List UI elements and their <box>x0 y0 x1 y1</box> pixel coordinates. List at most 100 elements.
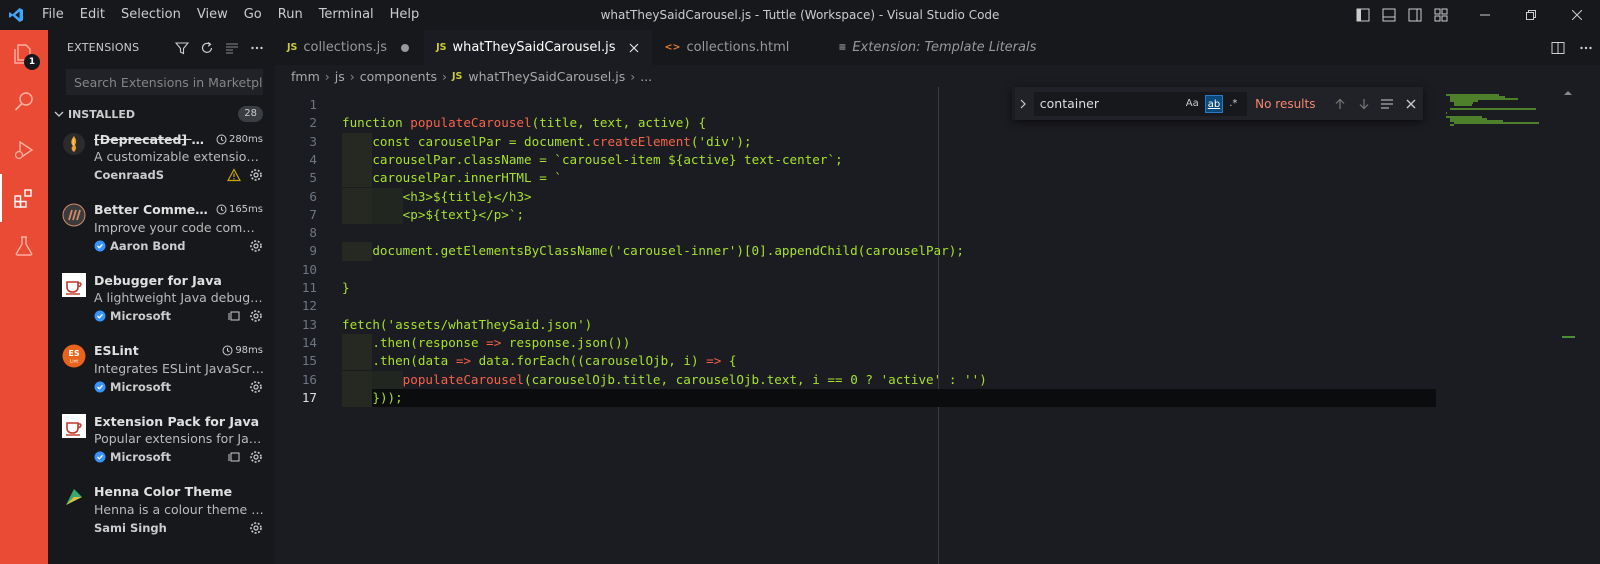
code-line[interactable]: 9 document.getElementsByClassName('carou… <box>275 242 1436 261</box>
close-window-icon[interactable] <box>1554 0 1600 30</box>
toggle-primary-sidebar-icon[interactable] <box>1350 0 1376 30</box>
use-regex-toggle[interactable]: .* <box>1227 95 1239 113</box>
match-case-toggle[interactable]: Aa <box>1184 95 1201 113</box>
code-text: })); <box>372 389 403 405</box>
breadcrumb-item[interactable]: js <box>335 69 345 84</box>
tab-label: Extension: Template Literals <box>852 40 1037 55</box>
code-line[interactable]: 6 <h3>${title}</h3> <box>275 187 1436 206</box>
code-line[interactable]: 4 carouselPar.className = `carousel-item… <box>275 150 1436 170</box>
code-line[interactable]: 12 <box>275 297 1436 315</box>
chevron-right-icon: › <box>349 68 355 84</box>
scroll-highlight-mark <box>1562 336 1575 338</box>
find-result-count: No results <box>1255 96 1316 111</box>
tab-collections-js[interactable]: JS collections.js <box>275 30 425 65</box>
previous-match-arrow-up-icon[interactable] <box>1328 92 1352 116</box>
scroll-up-arrow-icon[interactable] <box>1562 88 1574 98</box>
extensions-search-input[interactable] <box>74 74 262 90</box>
menu-view[interactable]: View <box>189 0 236 30</box>
manage-gear-icon[interactable] <box>249 168 263 182</box>
extension-name: Henna Color Theme <box>94 484 233 499</box>
clock-icon <box>216 204 227 215</box>
breadcrumb-item[interactable]: ... <box>640 69 652 84</box>
toggle-panel-icon[interactable] <box>1376 0 1402 30</box>
manage-gear-icon[interactable] <box>249 239 263 253</box>
editor-more-actions-icon[interactable] <box>1572 30 1600 65</box>
installed-section-header[interactable]: INSTALLED 28 <box>48 103 275 125</box>
code-line[interactable]: 8 <box>275 224 1436 242</box>
code-line[interactable]: 17 })); <box>275 388 1436 408</box>
manage-gear-icon[interactable] <box>249 380 263 394</box>
tab-whattheysaidcarousel-js[interactable]: JS whatTheySaidCarousel.js <box>424 30 653 65</box>
manage-gear-icon[interactable] <box>249 309 263 323</box>
tab-collections-html[interactable]: <> collections.html <box>652 30 827 65</box>
toggle-replace-chevron-icon[interactable] <box>1012 87 1032 120</box>
extension-item-eslint[interactable]: ES Lint ESLint 98ms Integrates ESLint Jav… <box>48 337 275 408</box>
code-editor[interactable]: 1 2 function populateCarousel(title, text,… <box>275 87 1436 564</box>
menu-run[interactable]: Run <box>270 0 311 30</box>
breadcrumb-item[interactable]: whatTheySaidCarousel.js <box>468 69 625 84</box>
clear-icon[interactable] <box>219 37 244 59</box>
menu-file[interactable]: File <box>34 0 72 30</box>
refresh-icon[interactable] <box>194 37 219 59</box>
code-line[interactable]: 16 populateCarousel(carouselOjb.title, c… <box>275 370 1436 389</box>
close-tab-icon[interactable] <box>626 40 642 56</box>
filter-icon[interactable] <box>169 37 194 59</box>
menu-edit[interactable]: Edit <box>72 0 113 30</box>
js-file-icon: JS <box>436 42 447 53</box>
toggle-secondary-sidebar-icon[interactable] <box>1402 0 1428 30</box>
close-find-icon[interactable] <box>1399 92 1423 116</box>
extension-name: Better Comments <box>94 202 212 217</box>
customize-layout-icon[interactable] <box>1428 0 1454 30</box>
vertical-scrollbar[interactable] <box>1561 87 1575 564</box>
code-line[interactable]: 13 fetch('assets/whatTheySaid.json') <box>275 316 1436 334</box>
code-line[interactable]: 14 .then(response => response.json()) <box>275 333 1436 353</box>
minimap[interactable] <box>1436 87 1556 564</box>
code-line[interactable]: 11} <box>275 279 1436 297</box>
extension-item-better-comments[interactable]: Better Comments 165ms Improve your code … <box>48 196 275 267</box>
match-whole-word-toggle[interactable]: ab <box>1204 94 1224 113</box>
js-file-icon: JS <box>452 70 463 82</box>
extension-item-henna-color-theme[interactable]: Henna Color Theme Henna is a colour them… <box>48 478 275 549</box>
sync-ignored-icon[interactable] <box>227 309 241 323</box>
search-button[interactable] <box>0 78 48 126</box>
menu-go[interactable]: Go <box>236 0 270 30</box>
tab-extension-template-literals[interactable]: ≡ Extension: Template Literals <box>826 30 1074 65</box>
find-input[interactable] <box>1039 96 1180 111</box>
activation-time: 98ms <box>222 345 263 356</box>
extension-description: Popular extensions for Java development <box>94 431 275 446</box>
sync-ignored-icon[interactable] <box>227 450 241 464</box>
extension-item-debugger-for-java[interactable]: Debugger for Java A lightweight Java deb… <box>48 266 275 337</box>
extension-item-bracket-pair-colorizer[interactable]: [Deprecated] Bracket Pair Colorizer 280m… <box>48 125 275 196</box>
menu-terminal[interactable]: Terminal <box>311 0 382 30</box>
testing-button[interactable] <box>0 222 48 270</box>
minimize-icon[interactable] <box>1462 0 1508 30</box>
svg-text:ES: ES <box>68 349 79 358</box>
code-line[interactable]: 7 <p>${text}</p>`; <box>275 205 1436 225</box>
breadcrumb-item[interactable]: components <box>360 69 437 84</box>
code-line[interactable]: 10 <box>275 261 1436 279</box>
explorer-button[interactable]: 1 <box>0 30 48 78</box>
find-in-selection-icon[interactable] <box>1376 92 1400 116</box>
extension-item-extension-pack-for-java[interactable]: Extension Pack for Java Popular extensio… <box>48 407 275 478</box>
better-comments-logo-icon <box>62 203 86 227</box>
split-editor-icon[interactable] <box>1544 30 1572 65</box>
menu-bar: File Edit Selection View Go Run Terminal… <box>34 0 427 30</box>
code-line[interactable]: 5 carouselPar.innerHTML = ` <box>275 169 1436 188</box>
extension-name: Debugger for Java <box>94 272 222 288</box>
flask-icon <box>15 236 33 256</box>
code-line[interactable]: 3 const carouselPar = document.createEle… <box>275 132 1436 151</box>
manage-gear-icon[interactable] <box>249 450 263 464</box>
restore-icon[interactable] <box>1508 0 1554 30</box>
line-number: 11 <box>301 280 317 295</box>
breadcrumb-item[interactable]: fmm <box>291 69 320 84</box>
code-line[interactable]: 15 .then(data => data.forEach((carouselO… <box>275 352 1436 371</box>
unsaved-dot-icon[interactable] <box>397 40 413 56</box>
extensions-button[interactable] <box>0 174 48 222</box>
manage-gear-icon[interactable] <box>249 521 263 535</box>
menu-help[interactable]: Help <box>382 0 428 30</box>
more-actions-icon[interactable] <box>244 37 269 59</box>
warning-icon[interactable] <box>227 168 241 182</box>
menu-selection[interactable]: Selection <box>113 0 189 30</box>
next-match-arrow-down-icon[interactable] <box>1352 92 1376 116</box>
run-debug-button[interactable] <box>0 126 48 174</box>
